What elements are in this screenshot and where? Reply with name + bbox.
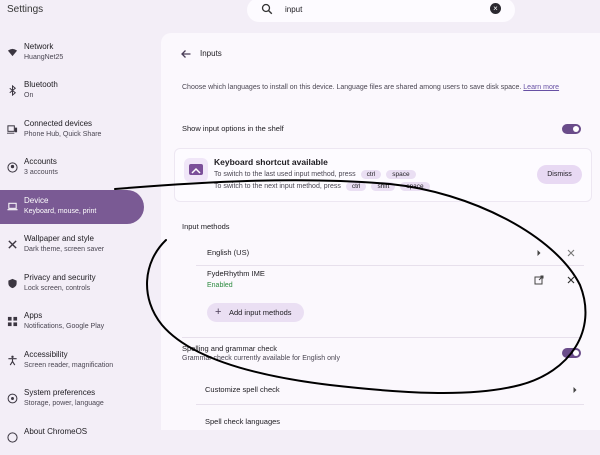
sidebar-item-accounts[interactable]: Accounts 3 accounts bbox=[0, 151, 144, 185]
close-icon[interactable] bbox=[566, 248, 576, 258]
sidebar-item-apps[interactable]: Apps Notifications, Google Play bbox=[0, 305, 144, 339]
sidebar-item-sublabel: Dark theme, screen saver bbox=[24, 246, 105, 253]
sidebar-item-label: Network bbox=[24, 42, 54, 51]
sidebar-item-sublabel: On bbox=[24, 92, 34, 99]
sidebar-item-system-preferences[interactable]: System preferences Storage, power, langu… bbox=[0, 382, 144, 416]
input-method-name: FydeRhythm IME bbox=[207, 269, 265, 278]
sidebar-item-sublabel: Lock screen, controls bbox=[24, 285, 91, 292]
key-chip: shift bbox=[371, 182, 396, 191]
sidebar-item-bluetooth[interactable]: Bluetooth On bbox=[0, 74, 144, 108]
laptop-icon bbox=[7, 202, 18, 211]
input-method-row[interactable]: English (US) bbox=[196, 240, 584, 264]
add-input-methods-label: Add input methods bbox=[229, 308, 292, 317]
shortcut-line-1: To switch to the last used input method,… bbox=[214, 170, 416, 179]
clear-search-icon[interactable]: × bbox=[490, 3, 501, 14]
info-icon bbox=[7, 432, 18, 443]
sidebar-item-wallpaper[interactable]: Wallpaper and style Dark theme, screen s… bbox=[0, 228, 144, 262]
spell-check-toggle[interactable] bbox=[562, 348, 581, 358]
back-arrow-icon[interactable] bbox=[180, 48, 192, 60]
divider bbox=[182, 337, 582, 338]
key-chip: space bbox=[400, 182, 430, 191]
sidebar-item-label: Connected devices bbox=[24, 119, 93, 128]
sidebar-item-label: Wallpaper and style bbox=[24, 234, 94, 243]
keyboard-shortcut-icon bbox=[184, 158, 208, 182]
key-chip: ctrl bbox=[345, 182, 367, 191]
show-input-options-toggle[interactable] bbox=[562, 124, 581, 134]
bluetooth-icon bbox=[9, 85, 17, 96]
system-icon bbox=[7, 393, 18, 404]
search-bar[interactable]: × bbox=[247, 0, 515, 22]
sidebar-item-label: Apps bbox=[24, 311, 43, 320]
plus-icon: + bbox=[215, 306, 222, 318]
learn-more-link[interactable]: Learn more bbox=[523, 84, 559, 91]
spell-check-subtitle: Grammar check currently available for En… bbox=[182, 355, 340, 362]
input-method-status: Enabled bbox=[207, 282, 233, 289]
sidebar-item-sublabel: Phone Hub, Quick Share bbox=[24, 131, 102, 138]
open-in-new-icon[interactable] bbox=[534, 275, 544, 285]
shortcut-line-2: To switch to the next input method, pres… bbox=[214, 182, 430, 191]
sidebar-item-label: Accessibility bbox=[24, 350, 68, 359]
sidebar-item-accessibility[interactable]: Accessibility Screen reader, magnificati… bbox=[0, 344, 144, 378]
show-input-options-label: Show input options in the shelf bbox=[182, 124, 284, 133]
close-icon[interactable] bbox=[566, 275, 576, 285]
sidebar: Network HuangNet25 Bluetooth On Connecte… bbox=[0, 36, 150, 443]
sidebar-item-label: System preferences bbox=[24, 388, 96, 397]
sidebar-item-label: Accounts bbox=[24, 157, 57, 166]
sidebar-item-label: Bluetooth bbox=[24, 80, 58, 89]
sidebar-item-sublabel: HuangNet25 bbox=[24, 54, 64, 61]
input-method-row[interactable]: FydeRhythm IME Enabled bbox=[196, 266, 584, 296]
sidebar-item-label: Device bbox=[24, 196, 49, 205]
sidebar-item-sublabel: Storage, power, language bbox=[24, 400, 104, 407]
chevron-right-icon[interactable] bbox=[570, 385, 580, 395]
sidebar-item-sublabel: Notifications, Google Play bbox=[24, 323, 105, 330]
description-text: Choose which languages to install on thi… bbox=[182, 84, 522, 91]
sidebar-item-network[interactable]: Network HuangNet25 bbox=[0, 36, 144, 70]
shortcut-line-text: To switch to the last used input method,… bbox=[214, 171, 356, 178]
keyboard-icon bbox=[189, 164, 203, 175]
chevron-right-icon bbox=[537, 250, 541, 256]
sidebar-item-privacy[interactable]: Privacy and security Lock screen, contro… bbox=[0, 267, 144, 301]
account-icon bbox=[7, 162, 18, 173]
palette-icon bbox=[8, 240, 17, 249]
input-methods-heading: Input methods bbox=[182, 222, 230, 231]
divider bbox=[196, 404, 584, 405]
sidebar-item-sublabel: 3 accounts bbox=[24, 169, 58, 176]
sidebar-item-label: About ChromeOS bbox=[24, 427, 88, 436]
dismiss-button[interactable]: Dismiss bbox=[537, 165, 582, 184]
input-method-name: English (US) bbox=[207, 248, 250, 257]
spell-check-languages-label: Spell check languages bbox=[205, 417, 281, 426]
app-title: Settings bbox=[7, 4, 44, 15]
wifi-icon bbox=[7, 48, 18, 57]
shortcut-card-title: Keyboard shortcut available bbox=[214, 157, 328, 167]
shield-icon bbox=[8, 278, 17, 289]
accessibility-icon bbox=[8, 355, 17, 366]
sidebar-item-sublabel: Screen reader, magnification bbox=[24, 362, 114, 369]
key-chip: ctrl bbox=[360, 170, 382, 179]
search-icon bbox=[261, 3, 273, 15]
sidebar-item-sublabel: Keyboard, mouse, print bbox=[24, 208, 97, 215]
devices-icon bbox=[7, 125, 18, 134]
top-bar: Settings × bbox=[0, 0, 600, 24]
page-title: Inputs bbox=[200, 49, 222, 58]
sidebar-item-about[interactable]: About ChromeOS bbox=[0, 421, 144, 455]
sidebar-item-connected-devices[interactable]: Connected devices Phone Hub, Quick Share bbox=[0, 113, 144, 147]
key-chip: space bbox=[386, 170, 416, 179]
sidebar-item-device[interactable]: Device Keyboard, mouse, print bbox=[0, 190, 144, 224]
add-input-methods-button[interactable]: + Add input methods bbox=[207, 303, 304, 322]
customize-spell-check-link[interactable]: Customize spell check bbox=[205, 385, 280, 394]
search-input[interactable] bbox=[285, 2, 465, 16]
page-description: Choose which languages to install on thi… bbox=[182, 82, 574, 94]
sidebar-item-label: Privacy and security bbox=[24, 273, 96, 282]
apps-grid-icon bbox=[7, 316, 18, 327]
shortcut-line-text: To switch to the next input method, pres… bbox=[214, 183, 341, 190]
spell-check-title: Spelling and grammar check bbox=[182, 344, 278, 353]
